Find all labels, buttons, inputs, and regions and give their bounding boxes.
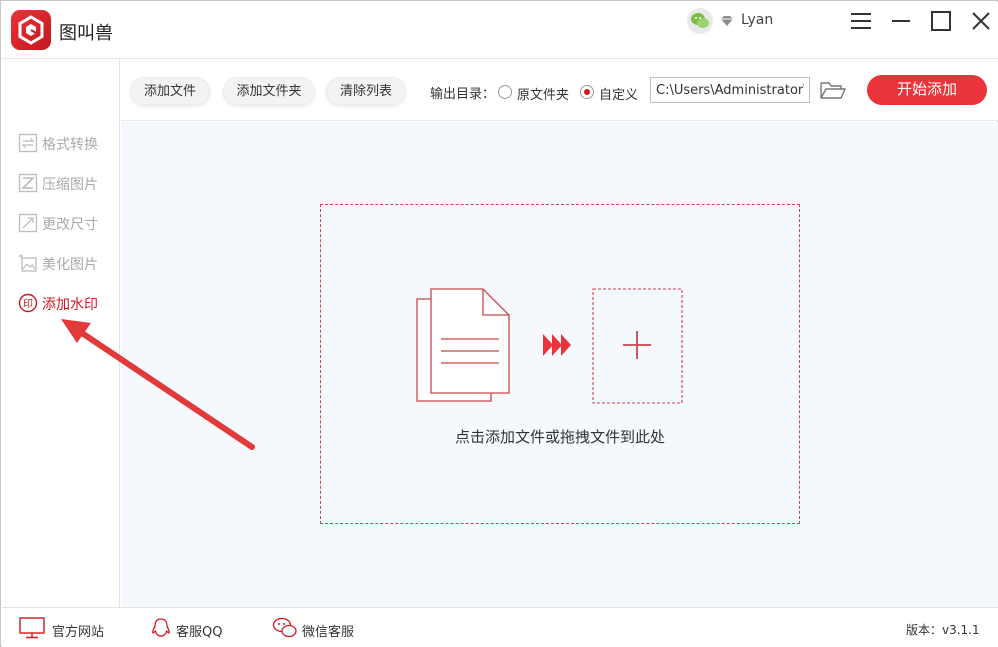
arrow-forward-icon bbox=[543, 334, 571, 356]
qq-support-label: 客服QQ bbox=[176, 625, 223, 640]
app-title: 图叫兽 bbox=[59, 23, 113, 44]
username: Lyan bbox=[741, 12, 774, 28]
compress-image-icon bbox=[18, 173, 38, 193]
toolbar: 添加文件 添加文件夹 清除列表 输出目录： 原文件夹 自定义 开始添加 bbox=[121, 59, 998, 121]
file-drop-zone[interactable]: 点击添加文件或拖拽文件到此处 bbox=[320, 204, 800, 524]
document-icon bbox=[416, 288, 510, 402]
radio-custom-label[interactable]: 自定义 bbox=[599, 84, 638, 103]
wechat-icon bbox=[272, 617, 297, 638]
beautify-image-icon bbox=[19, 254, 37, 272]
close-icon[interactable] bbox=[968, 8, 994, 34]
wechat-support-link[interactable]: 微信客服 bbox=[272, 617, 362, 640]
main-area: 点击添加文件或拖拽文件到此处 bbox=[121, 122, 998, 607]
qq-support-link[interactable]: 客服QQ bbox=[151, 617, 231, 640]
app-window: 图叫兽 Lyan 格式转换 压缩图片 更改尺寸 美化图片 印 添加水印 添加文件… bbox=[0, 0, 998, 647]
sidebar-item-label: 添加水印 bbox=[42, 297, 98, 313]
clear-list-button[interactable]: 清除列表 bbox=[326, 77, 406, 105]
vip-diamond-icon bbox=[721, 16, 733, 26]
resize-icon bbox=[18, 213, 38, 233]
sidebar-item-resize[interactable]: 更改尺寸 bbox=[18, 212, 118, 234]
svg-text:印: 印 bbox=[23, 298, 33, 310]
radio-original-folder[interactable] bbox=[498, 85, 512, 99]
watermark-icon: 印 bbox=[18, 293, 38, 313]
add-folder-button[interactable]: 添加文件夹 bbox=[223, 77, 315, 105]
format-convert-icon bbox=[18, 133, 38, 153]
sidebar-item-beautify[interactable]: 美化图片 bbox=[18, 252, 118, 274]
sidebar-item-format-convert[interactable]: 格式转换 bbox=[18, 132, 118, 154]
folder-open-icon[interactable] bbox=[819, 79, 847, 101]
sidebar-item-label: 美化图片 bbox=[42, 257, 98, 273]
sidebar-item-label: 更改尺寸 bbox=[42, 217, 98, 233]
menu-icon[interactable] bbox=[848, 8, 874, 34]
wechat-support-label: 微信客服 bbox=[302, 625, 355, 640]
add-file-button[interactable]: 添加文件 bbox=[130, 77, 210, 105]
sidebar-item-label: 格式转换 bbox=[42, 137, 98, 153]
radio-custom[interactable] bbox=[580, 85, 594, 99]
add-plus-icon[interactable] bbox=[592, 288, 683, 404]
qq-penguin-icon bbox=[152, 618, 170, 637]
radio-original-label[interactable]: 原文件夹 bbox=[517, 84, 569, 103]
avatar[interactable] bbox=[687, 8, 713, 34]
website-link[interactable]: 官方网站 bbox=[19, 617, 109, 640]
sidebar-item-watermark[interactable]: 印 添加水印 bbox=[18, 292, 118, 314]
sidebar: 格式转换 压缩图片 更改尺寸 美化图片 印 添加水印 bbox=[2, 59, 120, 607]
start-add-button[interactable]: 开始添加 bbox=[867, 75, 987, 105]
drop-illustration bbox=[416, 288, 683, 404]
website-label: 官方网站 bbox=[52, 625, 105, 640]
sidebar-item-label: 压缩图片 bbox=[42, 177, 98, 193]
output-path-input[interactable] bbox=[650, 77, 810, 103]
app-logo-icon bbox=[11, 10, 51, 50]
sidebar-item-compress[interactable]: 压缩图片 bbox=[18, 172, 118, 194]
version-label: 版本：v3.1.1 bbox=[906, 623, 980, 637]
monitor-icon bbox=[19, 617, 45, 639]
output-dir-label: 输出目录： bbox=[430, 87, 496, 102]
title-bar: 图叫兽 Lyan bbox=[2, 2, 998, 59]
status-bar: 官方网站 客服QQ 微信客服 版本：v3.1.1 bbox=[2, 607, 998, 647]
maximize-icon[interactable] bbox=[928, 8, 954, 34]
minimize-icon[interactable] bbox=[888, 8, 914, 34]
drop-hint-text: 点击添加文件或拖拽文件到此处 bbox=[454, 428, 665, 446]
